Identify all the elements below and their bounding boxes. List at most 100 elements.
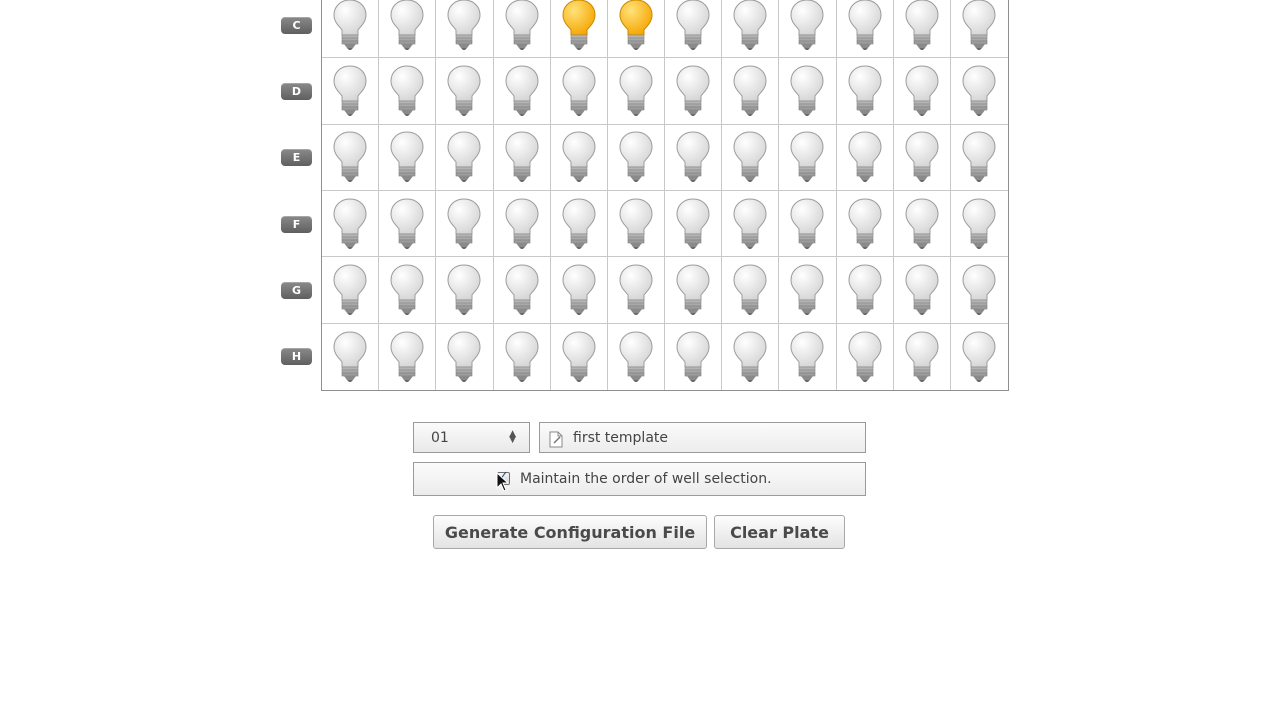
template-name-input[interactable] [573,427,853,449]
lightbulb-icon [390,0,424,50]
well-f5[interactable] [550,191,608,258]
well-f9[interactable] [779,191,837,258]
well-e1[interactable] [322,124,380,191]
well-d2[interactable] [379,58,437,125]
well-h1[interactable] [322,323,380,390]
well-h10[interactable] [836,323,894,390]
lightbulb-icon [447,198,481,249]
well-e9[interactable] [779,124,837,191]
well-h7[interactable] [665,323,723,390]
well-g12[interactable] [950,257,1008,324]
well-f10[interactable] [836,191,894,258]
well-g10[interactable] [836,257,894,324]
well-h8[interactable] [722,323,780,390]
lightbulb-icon [905,264,939,315]
well-e12[interactable] [950,124,1008,191]
plate-number-select[interactable]: 01 ▲ ▼ [413,422,530,453]
well-d4[interactable] [493,58,551,125]
well-f7[interactable] [665,191,723,258]
lightbulb-icon [905,131,939,183]
row-label-d: D [281,83,312,100]
well-d5[interactable] [550,58,608,125]
well-h5[interactable] [550,323,608,390]
lightbulb-icon [505,65,539,116]
mouse-pointer-icon [496,472,509,492]
lightbulb-icon [733,198,767,249]
lightbulb-icon [848,331,882,382]
well-c5[interactable] [550,0,608,59]
well-d12[interactable] [950,58,1008,125]
well-f11[interactable] [893,191,951,258]
well-f3[interactable] [436,191,494,258]
well-e4[interactable] [493,124,551,191]
well-c9[interactable] [779,0,837,59]
well-c8[interactable] [722,0,780,59]
well-h12[interactable] [950,323,1008,390]
well-e10[interactable] [836,124,894,191]
well-d8[interactable] [722,58,780,125]
lightbulb-icon [790,0,824,50]
lightbulb-icon [562,264,596,315]
well-f8[interactable] [722,191,780,258]
well-f4[interactable] [493,191,551,258]
well-f6[interactable] [607,191,665,258]
well-h4[interactable] [493,323,551,390]
well-e2[interactable] [379,124,437,191]
well-h2[interactable] [379,323,437,390]
well-g4[interactable] [493,257,551,324]
well-d3[interactable] [436,58,494,125]
well-h3[interactable] [436,323,494,390]
well-c3[interactable] [436,0,494,59]
well-c7[interactable] [665,0,723,59]
well-f12[interactable] [950,191,1008,258]
well-c1[interactable] [322,0,380,59]
well-e5[interactable] [550,124,608,191]
well-e11[interactable] [893,124,951,191]
well-g6[interactable] [607,257,665,324]
updown-arrows-icon: ▲ ▼ [509,429,516,445]
well-e7[interactable] [665,124,723,191]
well-h9[interactable] [779,323,837,390]
well-c11[interactable] [893,0,951,59]
well-g3[interactable] [436,257,494,324]
well-g1[interactable] [322,257,380,324]
well-d6[interactable] [607,58,665,125]
well-h6[interactable] [607,323,665,390]
well-e6[interactable] [607,124,665,191]
lightbulb-icon [619,198,653,249]
well-g2[interactable] [379,257,437,324]
lightbulb-icon [676,264,710,315]
well-f2[interactable] [379,191,437,258]
template-name-field[interactable] [539,422,866,453]
document-icon [549,431,563,448]
well-d11[interactable] [893,58,951,125]
maintain-order-option[interactable]: ✓ Maintain the order of well selection. [413,462,866,496]
well-d10[interactable] [836,58,894,125]
clear-plate-button[interactable]: Clear Plate [714,515,845,549]
lit-lightbulb-icon [562,0,596,50]
lightbulb-icon [619,331,653,382]
well-e8[interactable] [722,124,780,191]
well-c6[interactable] [607,0,665,59]
well-f1[interactable] [322,191,380,258]
well-g8[interactable] [722,257,780,324]
well-c4[interactable] [493,0,551,59]
well-g11[interactable] [893,257,951,324]
well-e3[interactable] [436,124,494,191]
well-c10[interactable] [836,0,894,59]
lightbulb-icon [390,65,424,116]
well-d9[interactable] [779,58,837,125]
well-d7[interactable] [665,58,723,125]
lightbulb-icon [962,264,996,315]
well-c12[interactable] [950,0,1008,59]
well-c2[interactable] [379,0,437,59]
well-g7[interactable] [665,257,723,324]
lightbulb-icon [905,0,939,50]
lit-lightbulb-icon [619,0,653,50]
well-g9[interactable] [779,257,837,324]
well-h11[interactable] [893,323,951,390]
well-d1[interactable] [322,58,380,125]
row-label-g: G [281,282,312,299]
well-g5[interactable] [550,257,608,324]
generate-configuration-file-button[interactable]: Generate Configuration File [433,515,707,549]
